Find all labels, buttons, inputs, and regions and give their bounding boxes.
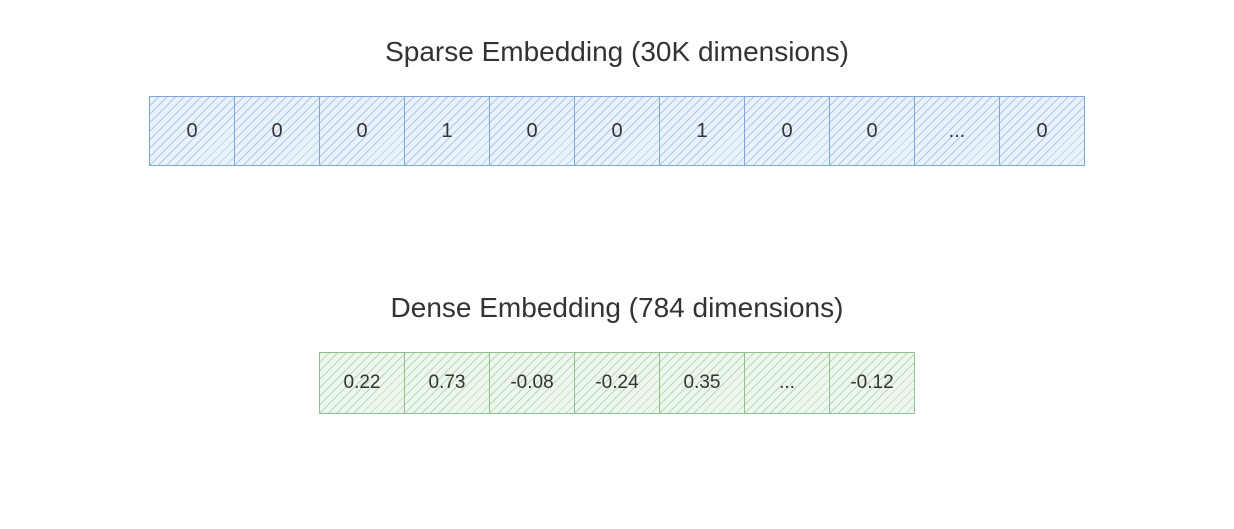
sparse-cell: ...: [914, 96, 1000, 166]
dense-cell: 0.73: [404, 352, 490, 414]
sparse-cell-value: 0: [866, 120, 877, 143]
sparse-embedding-row: 0 0 0 1 0 0 1 0 0 ... 0: [149, 96, 1085, 166]
sparse-embedding-title: Sparse Embedding (30K dimensions): [0, 36, 1234, 68]
dense-cell-value: 0.22: [344, 372, 381, 394]
dense-cell: -0.12: [829, 352, 915, 414]
sparse-cell: 0: [574, 96, 660, 166]
sparse-cell-value: 0: [781, 120, 792, 143]
sparse-cell: 0: [744, 96, 830, 166]
sparse-cell-value: 0: [271, 120, 282, 143]
sparse-cell: 0: [319, 96, 405, 166]
sparse-cell-value: 0: [611, 120, 622, 143]
sparse-cell: 0: [829, 96, 915, 166]
sparse-cell: 0: [999, 96, 1085, 166]
dense-cell-value: 0.35: [684, 372, 721, 394]
sparse-cell-value: 1: [696, 120, 707, 143]
sparse-cell: 0: [234, 96, 320, 166]
sparse-cell: 1: [659, 96, 745, 166]
dense-cell-ellipsis: ...: [779, 372, 795, 394]
sparse-cell: 0: [489, 96, 575, 166]
sparse-cell: 0: [149, 96, 235, 166]
dense-cell: ...: [744, 352, 830, 414]
dense-cell-value: -0.08: [510, 372, 553, 394]
sparse-cell-ellipsis: ...: [949, 120, 966, 143]
sparse-cell: 1: [404, 96, 490, 166]
sparse-cell-value: 0: [356, 120, 367, 143]
sparse-cell-value: 0: [1036, 120, 1047, 143]
dense-cell-value: -0.24: [595, 372, 638, 394]
sparse-cell-value: 0: [526, 120, 537, 143]
dense-embedding-row: 0.22 0.73 -0.08 -0.24 0.35 ... -0.12: [319, 352, 915, 414]
sparse-cell-value: 1: [441, 120, 452, 143]
sparse-cell-value: 0: [186, 120, 197, 143]
dense-cell: -0.08: [489, 352, 575, 414]
dense-cell: 0.35: [659, 352, 745, 414]
dense-cell: -0.24: [574, 352, 660, 414]
dense-cell-value: -0.12: [850, 372, 893, 394]
dense-embedding-title: Dense Embedding (784 dimensions): [0, 292, 1234, 324]
dense-cell-value: 0.73: [429, 372, 466, 394]
dense-cell: 0.22: [319, 352, 405, 414]
diagram-canvas: Sparse Embedding (30K dimensions) 0 0 0 …: [0, 0, 1234, 529]
